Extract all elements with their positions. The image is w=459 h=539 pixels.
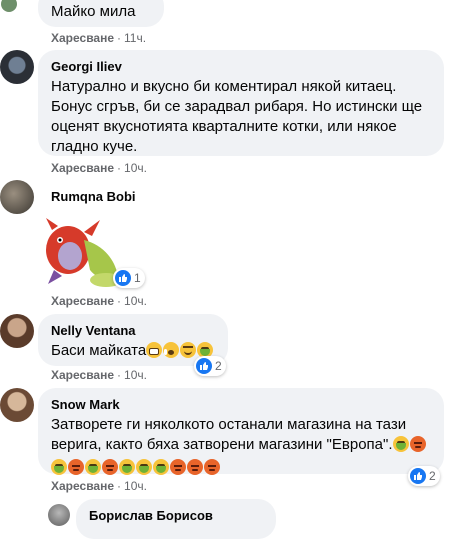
comment-text-line: Баси майката — [51, 341, 214, 361]
comment-text: Затворете ги няколкото останали магазина… — [51, 416, 407, 453]
nauseated-icon — [51, 459, 67, 475]
nauseated-icon — [392, 436, 409, 452]
woozy-icon — [180, 342, 197, 358]
comment-bubble: Snow Mark Затворете ги няколкото останал… — [38, 388, 444, 475]
like-link[interactable]: Харесване — [51, 479, 114, 493]
reply-bubble: Борислав Борисов — [76, 499, 276, 539]
avatar[interactable] — [0, 50, 34, 84]
comment-meta: Харесване · 10ч. — [51, 161, 147, 175]
comment-text: Баси майката — [51, 342, 147, 359]
like-link[interactable]: Харесване — [51, 31, 114, 45]
comment-meta: Харесване · 10ч. — [51, 368, 147, 382]
avatar[interactable] — [0, 388, 34, 422]
comment-text: Натурално и вкусно би коментирал някой к… — [51, 78, 423, 155]
reaction-count[interactable]: 2 — [408, 466, 440, 486]
reaction-count-text: 1 — [134, 271, 141, 285]
comment-meta: Харесване · 10ч. — [51, 294, 147, 308]
comment-meta: Харесване · 11ч. — [51, 31, 147, 45]
comment-bubble: Georgi Iliev Натурално и вкусно би комен… — [38, 50, 444, 156]
comment-author[interactable]: Rumqna Bobi — [51, 189, 136, 204]
comment-meta: Харесване · 10ч. — [51, 479, 147, 493]
timestamp[interactable]: 11ч. — [124, 31, 146, 45]
timestamp[interactable]: 10ч. — [124, 294, 147, 308]
angry-icon — [204, 459, 220, 475]
angry-icon — [68, 459, 84, 475]
like-icon — [196, 358, 212, 374]
timestamp[interactable]: 10ч. — [124, 479, 147, 493]
nauseated-icon — [119, 459, 135, 475]
comment-author[interactable]: Snow Mark — [51, 397, 120, 412]
angry-icon — [409, 436, 426, 452]
comment-author[interactable]: Nelly Ventana — [51, 323, 136, 338]
like-link[interactable]: Харесване — [51, 368, 114, 382]
comment-author[interactable]: Борислав Борисов — [89, 508, 213, 523]
nauseated-icon — [136, 459, 152, 475]
like-icon — [115, 270, 131, 286]
comment-author[interactable]: Georgi Iliev — [51, 59, 122, 74]
shocked-icon — [163, 342, 180, 358]
avatar[interactable] — [1, 0, 17, 12]
reaction-count[interactable]: 1 — [113, 268, 145, 288]
nauseated-icon — [153, 459, 169, 475]
like-icon — [410, 468, 426, 484]
timestamp[interactable]: 10ч. — [124, 368, 147, 382]
timestamp[interactable]: 10ч. — [124, 161, 147, 175]
angry-icon — [187, 459, 203, 475]
reaction-count-text: 2 — [215, 359, 222, 373]
nauseated-icon — [85, 459, 101, 475]
angry-icon — [102, 459, 118, 475]
grin-sweat-icon — [146, 342, 163, 358]
like-link[interactable]: Харесване — [51, 161, 114, 175]
reaction-count[interactable]: 2 — [194, 356, 226, 376]
like-link[interactable]: Харесване — [51, 294, 114, 308]
reaction-count-text: 2 — [429, 469, 436, 483]
angry-icon — [170, 459, 186, 475]
comment-text: Майко мила — [51, 3, 136, 20]
avatar[interactable] — [0, 314, 34, 348]
comment-text-block: Затворете ги няколкото останали магазина… — [51, 415, 435, 478]
comment-bubble: Майко мила — [38, 0, 164, 27]
avatar[interactable] — [0, 180, 34, 214]
